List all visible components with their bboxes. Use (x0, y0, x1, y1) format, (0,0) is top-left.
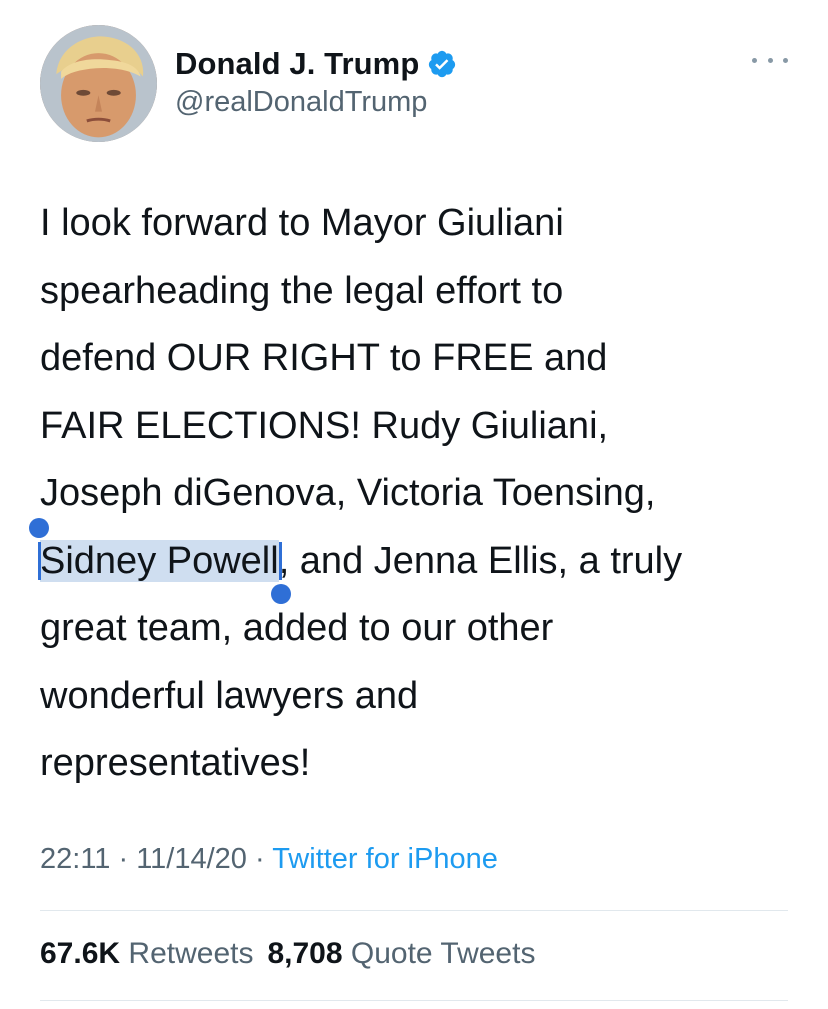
divider (40, 1000, 788, 1001)
meta-separator: · (246, 843, 273, 875)
tweet-line: great team, added to our other (40, 607, 554, 649)
selection-start-caret (38, 541, 41, 580)
tweet-time[interactable]: 22:11 (40, 843, 110, 875)
text-selection[interactable]: Sidney Powell (29, 517, 291, 604)
selection-end-handle[interactable] (270, 583, 291, 604)
tweet-source-link[interactable]: Twitter for iPhone (272, 843, 498, 875)
tweet-date[interactable]: 11/14/20 (136, 843, 247, 875)
tweet-line: FAIR ELECTIONS! Rudy Giuliani, (40, 404, 609, 447)
tweet-line: spearheading the legal effort to (40, 269, 564, 312)
tweet-line: defend OUR RIGHT to FREE and (40, 337, 608, 379)
meta-separator: · (110, 843, 137, 875)
tweet-line: representatives! (40, 742, 311, 784)
tweet-line: Sidney Powell, and Jenna Ellis, a truly (29, 517, 810, 604)
tweet-line: I look forward to Mayor Giuliani (40, 202, 564, 244)
author-handle[interactable]: @realDonaldTrump (175, 86, 427, 119)
selection-end-caret (278, 541, 282, 580)
verified-badge-icon (429, 50, 456, 78)
tweet-text: I look forward to Mayor Giuliani spearhe… (29, 190, 810, 798)
tweet-line: Joseph diGenova, Victoria Toensing, (40, 472, 656, 514)
author-name-row[interactable]: Donald J. Trump (175, 42, 457, 86)
tweet-meta: 22:11 · 11/14/20 · Twitter for iPhone (40, 843, 498, 876)
retweets-label: Retweets (128, 937, 254, 970)
tweet-stats: 67.6K Retweets 8,708 Quote Tweets (40, 937, 535, 971)
avatar[interactable] (40, 25, 157, 142)
tweet-line-rest: , and Jenna Ellis, a truly (278, 539, 683, 582)
selection-start-handle[interactable] (29, 517, 49, 538)
retweets-count: 67.6K (40, 937, 121, 970)
tweet-line: wonderful lawyers and (40, 674, 419, 717)
quote-tweets-stat[interactable]: 8,708 Quote Tweets (267, 937, 535, 970)
more-options-icon[interactable] (752, 48, 788, 72)
divider (40, 910, 788, 911)
retweets-stat[interactable]: 67.6K Retweets (40, 937, 253, 970)
quote-tweets-label: Quote Tweets (350, 937, 536, 970)
profile-photo (40, 25, 157, 142)
selected-text: Sidney Powell (40, 539, 279, 582)
quote-tweets-count: 8,708 (267, 937, 343, 970)
display-name[interactable]: Donald J. Trump (175, 46, 419, 82)
